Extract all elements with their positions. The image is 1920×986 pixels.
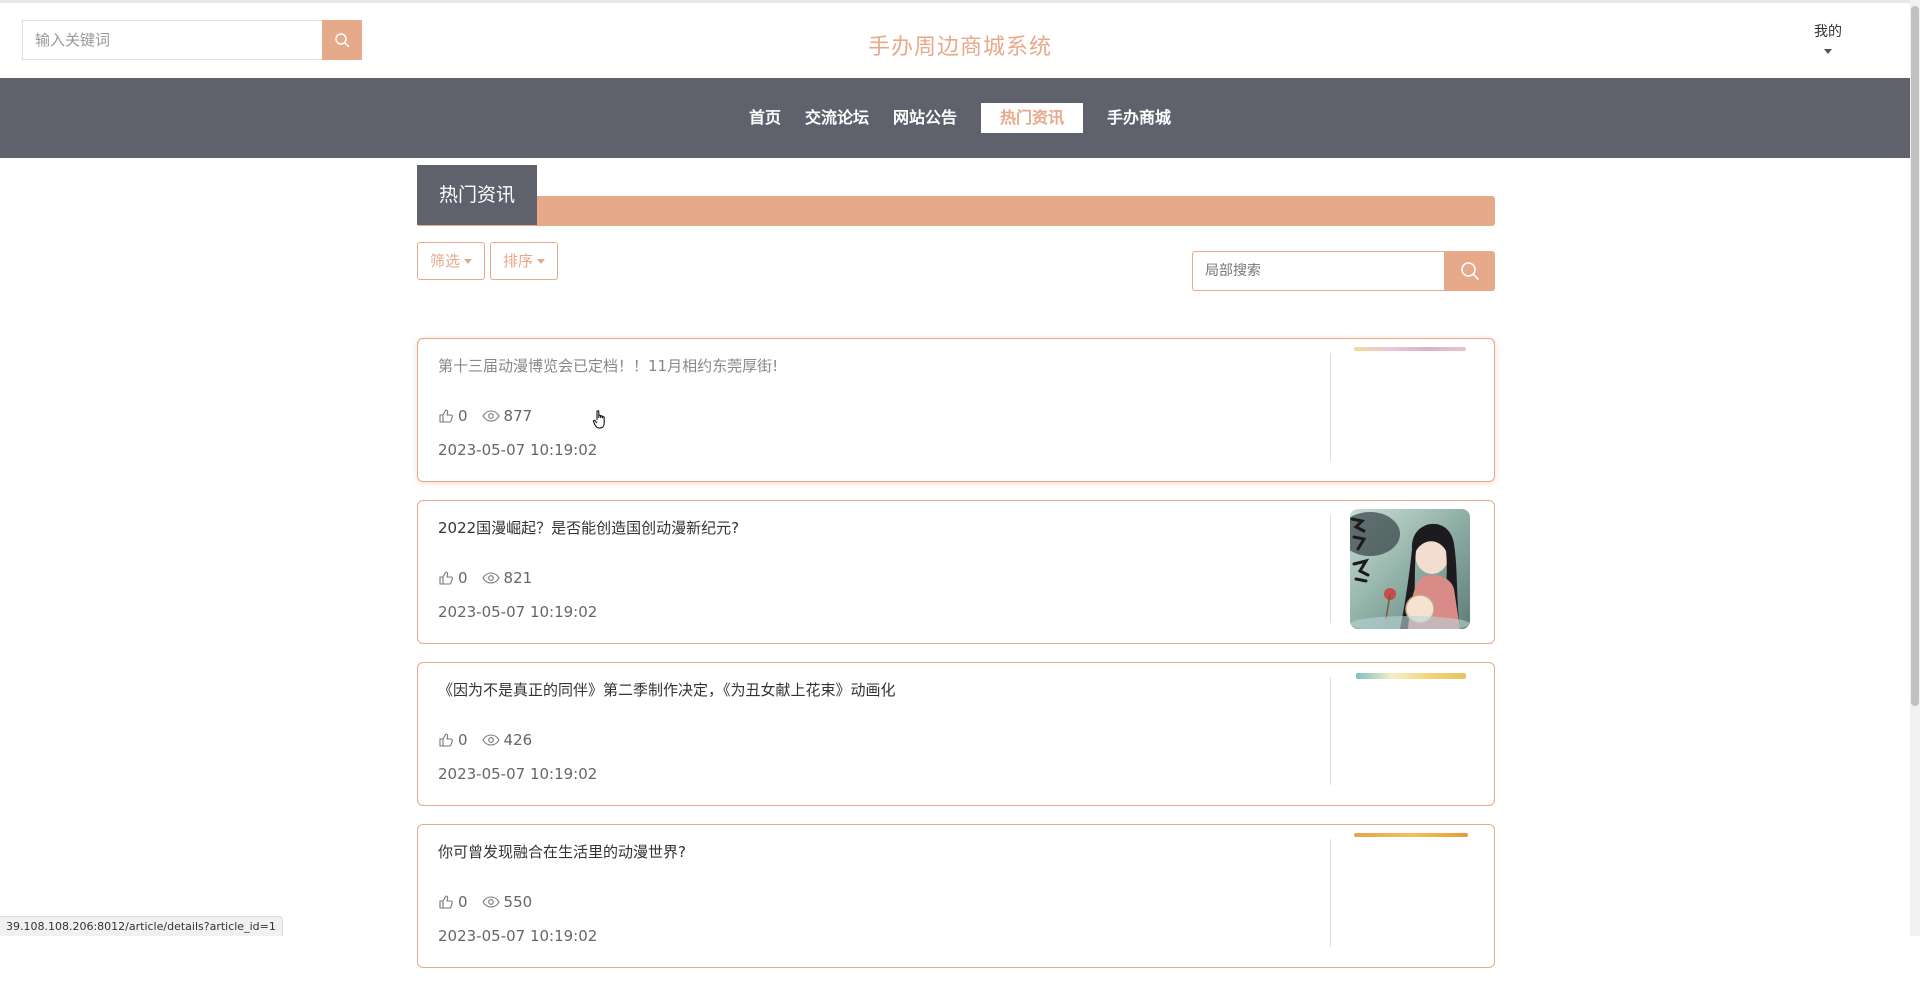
article-date: 2023-05-07 10:19:02 xyxy=(438,765,597,783)
article-card[interactable]: 第十三届动漫博览会已定档！！11月相约东莞厚街! 0 877 2023-05-0… xyxy=(417,338,1495,482)
like-count: 0 xyxy=(458,569,468,587)
view-count: 877 xyxy=(504,407,533,425)
main-nav: 首页 交流论坛 网站公告 热门资讯 手办商城 xyxy=(0,78,1920,158)
article-card[interactable]: 《因为不是真正的同伴》第二季制作决定，《为丑女献上花束》动画化 0 426 20… xyxy=(417,662,1495,806)
thumbs-up-icon xyxy=(438,732,454,748)
eye-icon xyxy=(482,733,500,747)
local-search-button[interactable] xyxy=(1444,251,1495,291)
nav-item-shop[interactable]: 手办商城 xyxy=(1095,103,1183,133)
article-card[interactable]: 你可曾发现融合在生活里的动漫世界? 0 550 2023-05-07 10:19… xyxy=(417,824,1495,968)
caret-down-icon xyxy=(1824,49,1832,54)
article-thumbnail[interactable] xyxy=(1350,509,1470,629)
article-stats: 0 821 xyxy=(438,569,546,587)
like-stat: 0 xyxy=(438,407,468,425)
nav-item-home[interactable]: 首页 xyxy=(737,103,793,133)
scrollbar-thumb[interactable] xyxy=(1911,6,1919,706)
site-title: 手办周边商城系统 xyxy=(0,29,1920,61)
user-menu[interactable]: 我的 xyxy=(1798,21,1858,54)
section-title: 热门资讯 xyxy=(417,165,537,225)
divider xyxy=(1330,515,1331,623)
sort-label: 排序 xyxy=(503,243,533,279)
sort-dropdown[interactable]: 排序 xyxy=(490,242,558,280)
thumbs-up-icon xyxy=(438,894,454,910)
article-stats: 0 550 xyxy=(438,893,546,911)
like-stat: 0 xyxy=(438,893,468,911)
nav-item-news[interactable]: 热门资讯 xyxy=(981,103,1083,133)
like-count: 0 xyxy=(458,407,468,425)
article-stats: 0 877 xyxy=(438,407,546,425)
eye-icon xyxy=(482,571,500,585)
view-stat: 550 xyxy=(482,893,533,911)
like-count: 0 xyxy=(458,731,468,749)
user-menu-label: 我的 xyxy=(1814,24,1842,40)
nav-item-forum[interactable]: 交流论坛 xyxy=(793,103,881,133)
divider xyxy=(1330,353,1331,461)
eye-icon xyxy=(482,895,500,909)
view-count: 821 xyxy=(504,569,533,587)
article-title[interactable]: 第十三届动漫博览会已定档！！11月相约东莞厚街! xyxy=(438,355,778,376)
article-thumbnail[interactable] xyxy=(1354,347,1466,351)
filter-label: 筛选 xyxy=(430,243,460,279)
view-count: 550 xyxy=(504,893,533,911)
thumbs-up-icon xyxy=(438,570,454,586)
article-date: 2023-05-07 10:19:02 xyxy=(438,441,597,459)
eye-icon xyxy=(482,409,500,423)
article-card[interactable]: 2022国漫崛起？是否能创造国创动漫新纪元? 0 821 2023-05-07 … xyxy=(417,500,1495,644)
filter-group: 筛选 排序 xyxy=(417,242,558,280)
local-search-input[interactable] xyxy=(1192,251,1444,291)
article-stats: 0 426 xyxy=(438,731,546,749)
anime-illustration-image xyxy=(1350,509,1470,629)
page-scrollbar[interactable] xyxy=(1910,0,1920,936)
article-thumbnail[interactable] xyxy=(1356,673,1466,679)
divider xyxy=(1330,839,1331,947)
view-stat: 426 xyxy=(482,731,533,749)
article-date: 2023-05-07 10:19:02 xyxy=(438,927,597,945)
view-count: 426 xyxy=(504,731,533,749)
thumbs-up-icon xyxy=(438,408,454,424)
article-title[interactable]: 2022国漫崛起？是否能创造国创动漫新纪元? xyxy=(438,517,739,538)
hand-cursor-icon xyxy=(592,408,610,432)
filter-dropdown[interactable]: 筛选 xyxy=(417,242,485,280)
caret-down-icon xyxy=(537,259,545,264)
status-url: 39.108.108.206:8012/article/details?arti… xyxy=(0,916,283,936)
article-title[interactable]: 《因为不是真正的同伴》第二季制作决定，《为丑女献上花束》动画化 xyxy=(438,679,896,700)
article-thumbnail[interactable] xyxy=(1354,833,1468,837)
like-stat: 0 xyxy=(438,569,468,587)
view-stat: 877 xyxy=(482,407,533,425)
like-stat: 0 xyxy=(438,731,468,749)
section-accent-bar xyxy=(417,196,1495,226)
article-title[interactable]: 你可曾发现融合在生活里的动漫世界? xyxy=(438,841,686,862)
main-content: 热门资讯 筛选 排序 第十三届动漫博览会已定档！！11月相约东莞厚街! xyxy=(417,165,1495,225)
section-header: 热门资讯 xyxy=(417,165,1495,225)
view-stat: 821 xyxy=(482,569,533,587)
article-list: 第十三届动漫博览会已定档！！11月相约东莞厚街! 0 877 2023-05-0… xyxy=(417,338,1495,986)
top-header: 手办周边商城系统 我的 xyxy=(0,0,1920,78)
like-count: 0 xyxy=(458,893,468,911)
nav-item-notice[interactable]: 网站公告 xyxy=(881,103,969,133)
article-date: 2023-05-07 10:19:02 xyxy=(438,603,597,621)
search-icon xyxy=(1460,261,1480,281)
caret-down-icon xyxy=(464,259,472,264)
divider xyxy=(1330,677,1331,785)
local-search xyxy=(1192,251,1495,291)
